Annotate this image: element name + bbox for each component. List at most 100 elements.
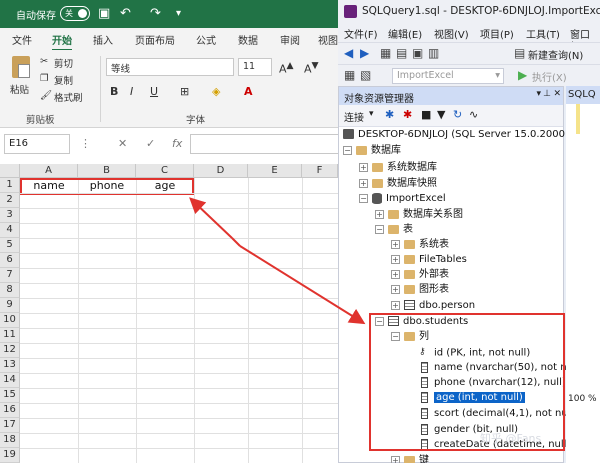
- font-name-dropdown[interactable]: 等线: [106, 58, 234, 76]
- zoom-dropdown[interactable]: 100 %: [566, 392, 600, 408]
- expand-icon[interactable]: +: [391, 300, 400, 310]
- row-header[interactable]: 16: [0, 403, 20, 418]
- row-header[interactable]: 17: [0, 418, 20, 433]
- refresh-icon[interactable]: ↻: [453, 108, 462, 121]
- column-header-e[interactable]: E: [248, 164, 302, 178]
- tab-file[interactable]: 文件: [12, 32, 32, 47]
- select-all-corner[interactable]: [0, 164, 20, 178]
- fill-color-icon[interactable]: ◈: [212, 85, 220, 98]
- copy-button[interactable]: ❐ 复制: [40, 73, 96, 87]
- save-icon[interactable]: ▣: [98, 6, 110, 21]
- format-painter-button[interactable]: 🖌 格式刷: [40, 90, 96, 104]
- new-project-icon[interactable]: ▦: [380, 46, 391, 60]
- font-size-dropdown[interactable]: 11: [238, 58, 272, 76]
- disconnect-icon[interactable]: ✱: [403, 108, 412, 121]
- tree-dbo-person-node[interactable]: + dbo.person: [391, 298, 475, 313]
- cancel-icon[interactable]: ✕: [118, 137, 127, 150]
- row-header[interactable]: 12: [0, 343, 20, 358]
- tree-importexcel-node[interactable]: − ImportExcel: [359, 191, 446, 206]
- execute-button[interactable]: ▶ 执行(X): [518, 68, 578, 84]
- menu-project[interactable]: 项目(P): [480, 26, 514, 41]
- italic-button[interactable]: I: [130, 85, 133, 98]
- row-header[interactable]: 1: [0, 178, 20, 193]
- enter-icon[interactable]: ✓: [146, 137, 155, 150]
- tab-home[interactable]: 开始: [52, 32, 72, 51]
- collapse-icon[interactable]: −: [375, 224, 384, 234]
- row-header[interactable]: 3: [0, 208, 20, 223]
- column-header-d[interactable]: D: [194, 164, 248, 178]
- shrink-font-icon[interactable]: A▼: [304, 60, 319, 76]
- chevron-down-icon[interactable]: ▾: [369, 109, 374, 119]
- forward-icon[interactable]: ▶: [360, 46, 369, 60]
- tree-system-tables-node[interactable]: + 系统表: [391, 237, 449, 252]
- menu-view[interactable]: 视图(V): [434, 26, 469, 41]
- expand-icon[interactable]: +: [391, 254, 400, 264]
- row-header[interactable]: 5: [0, 238, 20, 253]
- tree-server-node[interactable]: DESKTOP-6DNJLOJ (SQL Server 15.0.2000 - …: [343, 127, 586, 142]
- row-header[interactable]: 14: [0, 373, 20, 388]
- formula-input[interactable]: [190, 134, 338, 154]
- tree-external-tables-node[interactable]: + 外部表: [391, 267, 449, 282]
- menu-file[interactable]: 文件(F): [344, 26, 378, 41]
- query-tab[interactable]: SQLQ: [566, 86, 600, 104]
- row-header[interactable]: 11: [0, 328, 20, 343]
- expand-icon[interactable]: +: [359, 178, 368, 188]
- stop-icon[interactable]: ■: [421, 108, 431, 121]
- expand-icon[interactable]: +: [359, 162, 368, 172]
- menu-tools[interactable]: 工具(T): [526, 26, 560, 41]
- tree-snapshots-node[interactable]: + 数据库快照: [359, 176, 437, 191]
- tab-formulas[interactable]: 公式: [196, 32, 216, 47]
- new-query-button[interactable]: ▤ 新建查询(N): [514, 46, 598, 62]
- tree-tables-node[interactable]: − 表: [375, 222, 413, 237]
- save-icon[interactable]: ▥: [428, 46, 439, 60]
- back-icon[interactable]: ◀: [344, 46, 353, 60]
- expand-icon[interactable]: +: [391, 269, 400, 279]
- database-dropdown[interactable]: ImportExcel ▾: [392, 68, 504, 84]
- pin-icon[interactable]: ⊥: [543, 89, 551, 99]
- panel-options-icon[interactable]: ▾: [536, 89, 541, 99]
- column-header-b[interactable]: B: [78, 164, 136, 178]
- row-header[interactable]: 6: [0, 253, 20, 268]
- row-header[interactable]: 2: [0, 193, 20, 208]
- row-header[interactable]: 18: [0, 433, 20, 448]
- insert-function-icon[interactable]: fx: [172, 137, 182, 150]
- connection-icon[interactable]: ▦: [344, 68, 355, 82]
- expand-icon[interactable]: +: [375, 209, 384, 219]
- tab-page-layout[interactable]: 页面布局: [135, 32, 175, 47]
- grow-font-icon[interactable]: A▲: [279, 60, 294, 76]
- row-header[interactable]: 10: [0, 313, 20, 328]
- collapse-icon[interactable]: −: [359, 193, 368, 203]
- tree-databases-node[interactable]: − 数据库: [343, 143, 401, 158]
- column-header-c[interactable]: C: [136, 164, 194, 178]
- column-header-a[interactable]: A: [20, 164, 78, 178]
- tab-data[interactable]: 数据: [238, 32, 258, 47]
- tree-graph-tables-node[interactable]: + 图形表: [391, 282, 449, 297]
- change-connection-icon[interactable]: ▧: [360, 68, 371, 82]
- menu-edit[interactable]: 编辑(E): [388, 26, 422, 41]
- connect-button[interactable]: 连接: [344, 109, 364, 124]
- undo-icon[interactable]: ↶: [120, 6, 131, 21]
- column-header-f[interactable]: F: [302, 164, 338, 178]
- expand-icon[interactable]: +: [391, 239, 400, 249]
- tree-diagrams-node[interactable]: + 数据库关系图: [375, 207, 463, 222]
- bold-button[interactable]: B: [110, 85, 118, 98]
- expand-icon[interactable]: +: [391, 455, 400, 463]
- row-header[interactable]: 9: [0, 298, 20, 313]
- name-box[interactable]: E16: [4, 134, 70, 154]
- collapse-icon[interactable]: −: [343, 145, 352, 155]
- tab-view[interactable]: 视图: [318, 32, 338, 47]
- row-header[interactable]: 8: [0, 283, 20, 298]
- cut-button[interactable]: ✂ 剪切: [40, 56, 86, 70]
- autosave-toggle[interactable]: 关: [60, 6, 90, 21]
- tree-system-databases-node[interactable]: + 系统数据库: [359, 160, 437, 175]
- row-header[interactable]: 4: [0, 223, 20, 238]
- redo-icon[interactable]: ↷: [150, 6, 161, 21]
- save-all-icon[interactable]: ▣: [412, 46, 423, 60]
- expand-icon[interactable]: +: [391, 284, 400, 294]
- row-header[interactable]: 15: [0, 388, 20, 403]
- row-header[interactable]: 7: [0, 268, 20, 283]
- row-header[interactable]: 13: [0, 358, 20, 373]
- row-header[interactable]: 19: [0, 448, 20, 463]
- filter-icon[interactable]: ▼: [437, 108, 445, 121]
- font-color-icon[interactable]: A: [244, 85, 253, 98]
